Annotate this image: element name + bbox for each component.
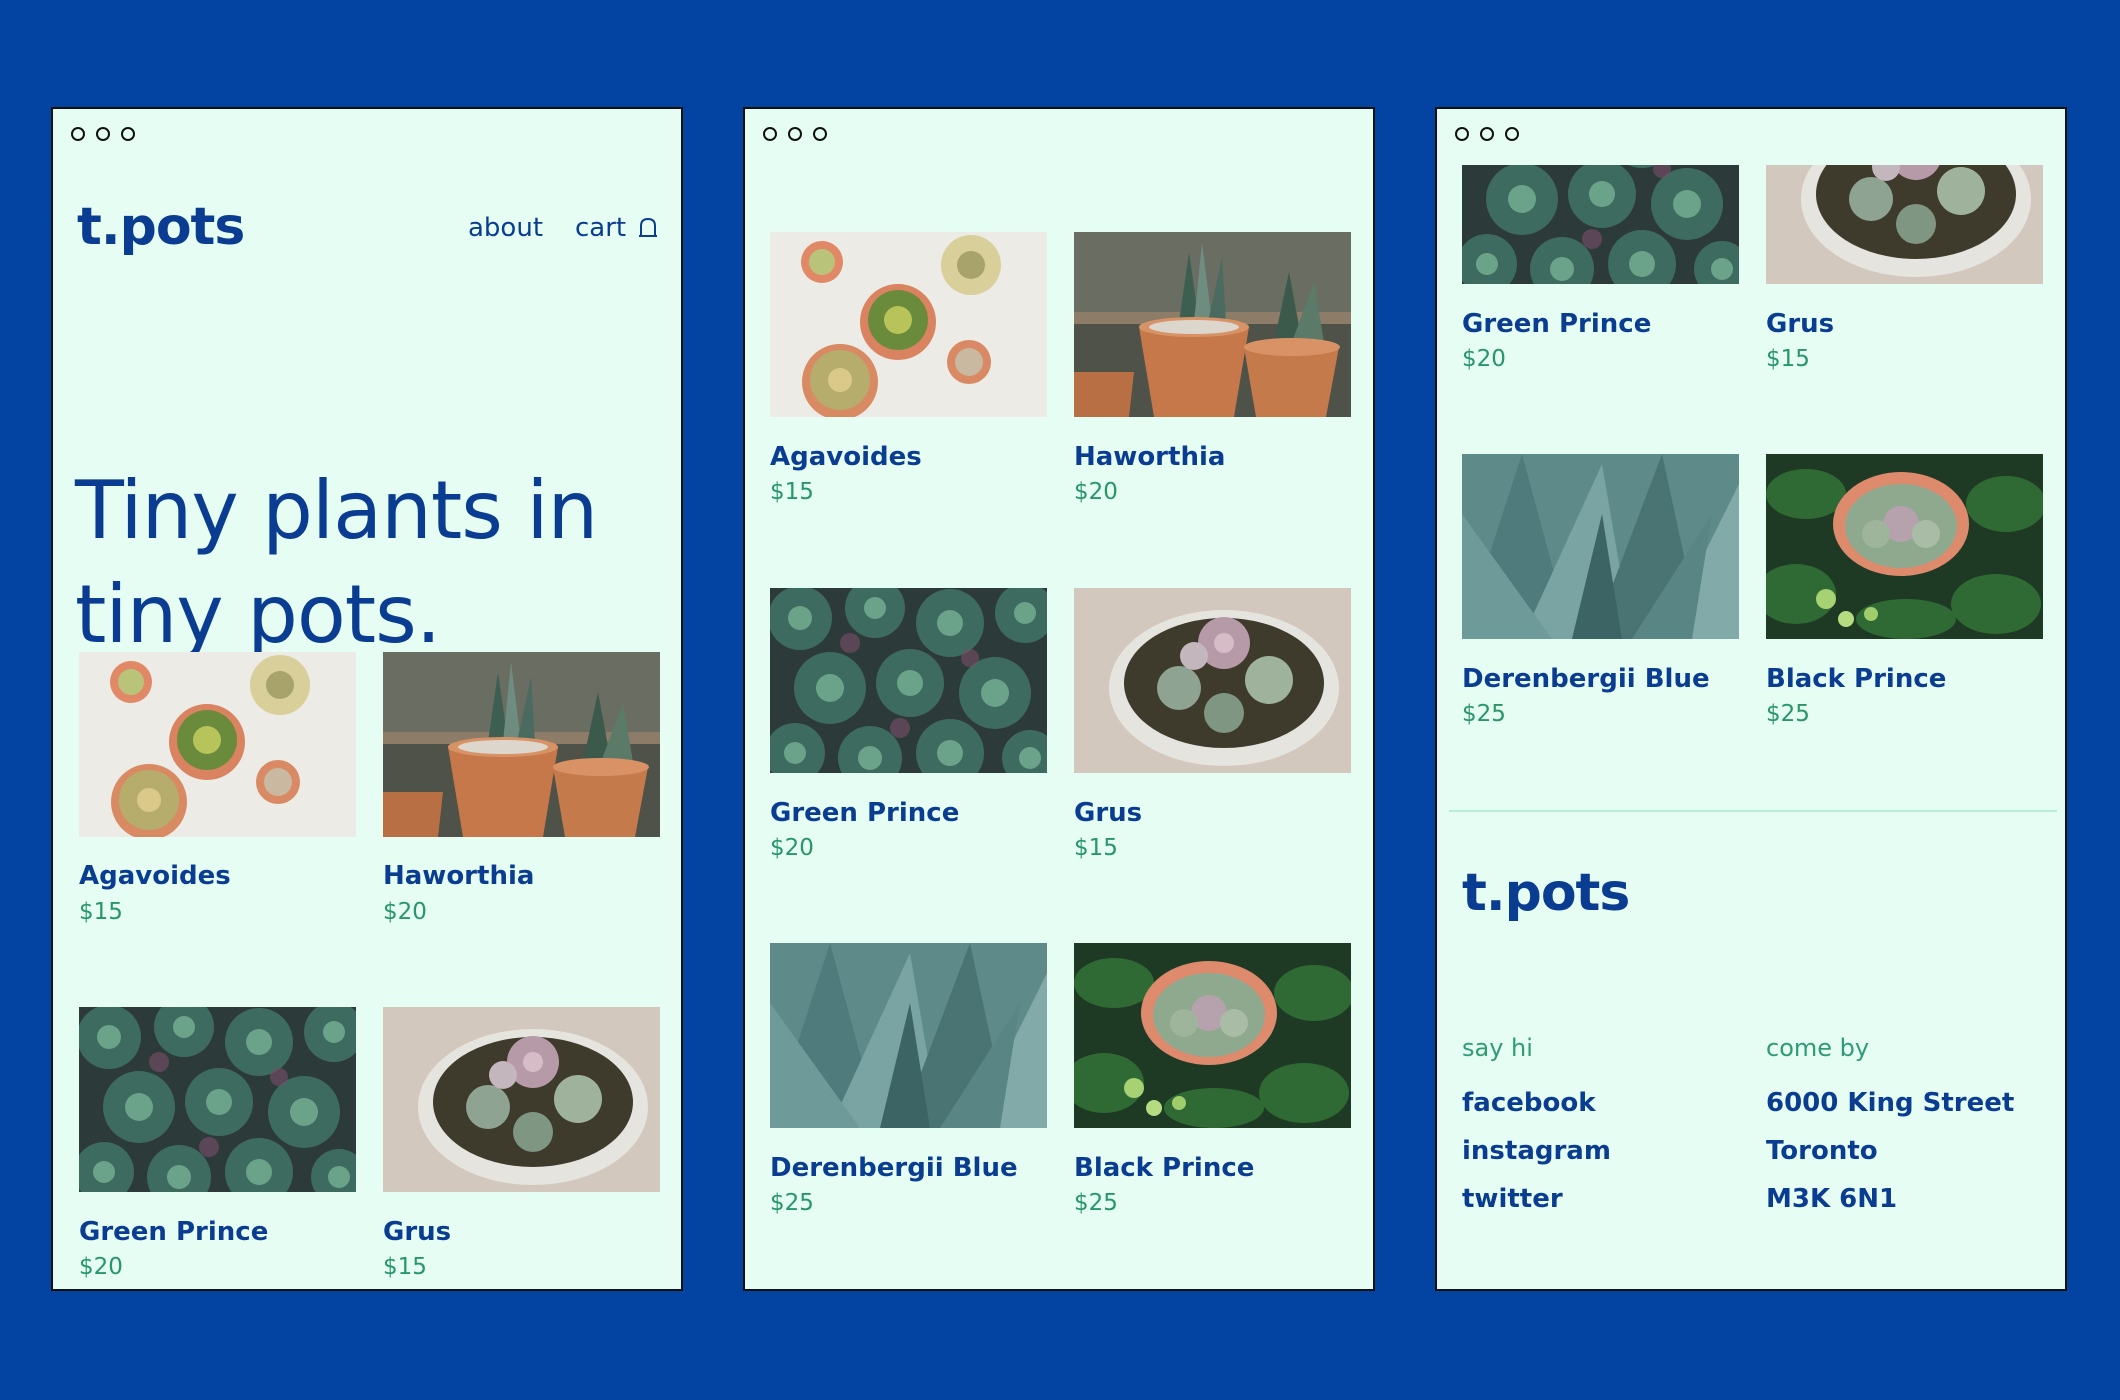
product-name[interactable]: Green Prince [79, 1217, 268, 1247]
window-minimize-control[interactable] [788, 127, 802, 141]
haworthia-photo[interactable] [1074, 232, 1351, 417]
address-city: Toronto [1766, 1136, 1878, 1166]
product-price: $15 [79, 899, 123, 925]
browser-window-products: Agavoides $15 Haworthia $20 Green Prince… [743, 107, 1375, 1291]
product-name[interactable]: Green Prince [770, 798, 959, 828]
product-price: $15 [1074, 835, 1118, 861]
product-price: $25 [1766, 701, 1810, 727]
footer-divider [1449, 810, 2057, 812]
footer-come-by-heading: come by [1766, 1034, 1870, 1062]
product-name[interactable]: Agavoides [79, 861, 231, 891]
product-price: $25 [770, 1190, 814, 1216]
bag-icon [638, 216, 658, 240]
address-postal-code: M3K 6N1 [1766, 1184, 1898, 1214]
product-name[interactable]: Black Prince [1074, 1153, 1254, 1183]
green-prince-photo[interactable] [1462, 165, 1739, 284]
haworthia-photo[interactable] [383, 652, 660, 837]
product-price: $15 [1766, 346, 1810, 372]
instagram-link[interactable]: instagram [1462, 1127, 1611, 1175]
window-close-control[interactable] [1455, 127, 1469, 141]
footer-logo[interactable]: t.pots [1462, 863, 1630, 923]
window-minimize-control[interactable] [1480, 127, 1494, 141]
grus-photo[interactable] [1074, 588, 1351, 773]
grus-photo[interactable] [383, 1007, 660, 1192]
window-maximize-control[interactable] [121, 127, 135, 141]
derenbergii-blue-photo[interactable] [770, 943, 1047, 1128]
green-prince-photo[interactable] [770, 588, 1047, 773]
product-price: $25 [1074, 1190, 1118, 1216]
product-price: $15 [383, 1254, 427, 1280]
black-prince-photo[interactable] [1074, 943, 1351, 1128]
nav-about-link[interactable]: about [468, 213, 543, 243]
product-name[interactable]: Black Prince [1766, 664, 1946, 694]
grus-photo[interactable] [1766, 165, 2043, 284]
product-name[interactable]: Grus [1766, 309, 1834, 339]
green-prince-photo[interactable] [79, 1007, 356, 1192]
agavoides-photo[interactable] [770, 232, 1047, 417]
product-name[interactable]: Haworthia [1074, 442, 1225, 472]
product-name[interactable]: Agavoides [770, 442, 922, 472]
address-street: 6000 King Street [1766, 1088, 2015, 1118]
logo[interactable]: t.pots [77, 197, 245, 257]
product-name[interactable]: Grus [1074, 798, 1142, 828]
twitter-link[interactable]: twitter [1462, 1175, 1611, 1223]
browser-window-home: t.pots about cart Tiny plants in tiny po… [51, 107, 683, 1291]
footer-social-links: facebook instagram twitter [1462, 1079, 1611, 1223]
window-close-control[interactable] [71, 127, 85, 141]
product-price: $20 [1462, 346, 1506, 372]
window-minimize-control[interactable] [96, 127, 110, 141]
product-price: $20 [1074, 479, 1118, 505]
window-maximize-control[interactable] [1505, 127, 1519, 141]
product-name[interactable]: Derenbergii Blue [770, 1153, 1018, 1183]
product-name[interactable]: Grus [383, 1217, 451, 1247]
window-maximize-control[interactable] [813, 127, 827, 141]
product-price: $25 [1462, 701, 1506, 727]
nav-cart-link[interactable]: cart [575, 213, 658, 243]
facebook-link[interactable]: facebook [1462, 1079, 1611, 1127]
product-name[interactable]: Green Prince [1462, 309, 1651, 339]
agavoides-photo[interactable] [79, 652, 356, 837]
derenbergii-blue-photo[interactable] [1462, 454, 1739, 639]
product-price: $20 [79, 1254, 123, 1280]
window-close-control[interactable] [763, 127, 777, 141]
footer-say-hi-heading: say hi [1462, 1034, 1533, 1062]
hero-heading: Tiny plants in tiny pots. [75, 459, 598, 667]
hero-line-1: Tiny plants in [75, 464, 598, 557]
product-price: $20 [383, 899, 427, 925]
product-price: $15 [770, 479, 814, 505]
product-name[interactable]: Derenbergii Blue [1462, 664, 1710, 694]
nav-cart-label: cart [575, 213, 627, 243]
black-prince-photo[interactable] [1766, 454, 2043, 639]
window-controls [71, 127, 135, 141]
window-controls [1455, 127, 1519, 141]
browser-window-footer: Green Prince $20 Grus $15 Derenbergii Bl… [1435, 107, 2067, 1291]
product-name[interactable]: Haworthia [383, 861, 534, 891]
product-price: $20 [770, 835, 814, 861]
footer-address: 6000 King Street Toronto M3K 6N1 [1766, 1079, 2014, 1223]
window-controls [763, 127, 827, 141]
